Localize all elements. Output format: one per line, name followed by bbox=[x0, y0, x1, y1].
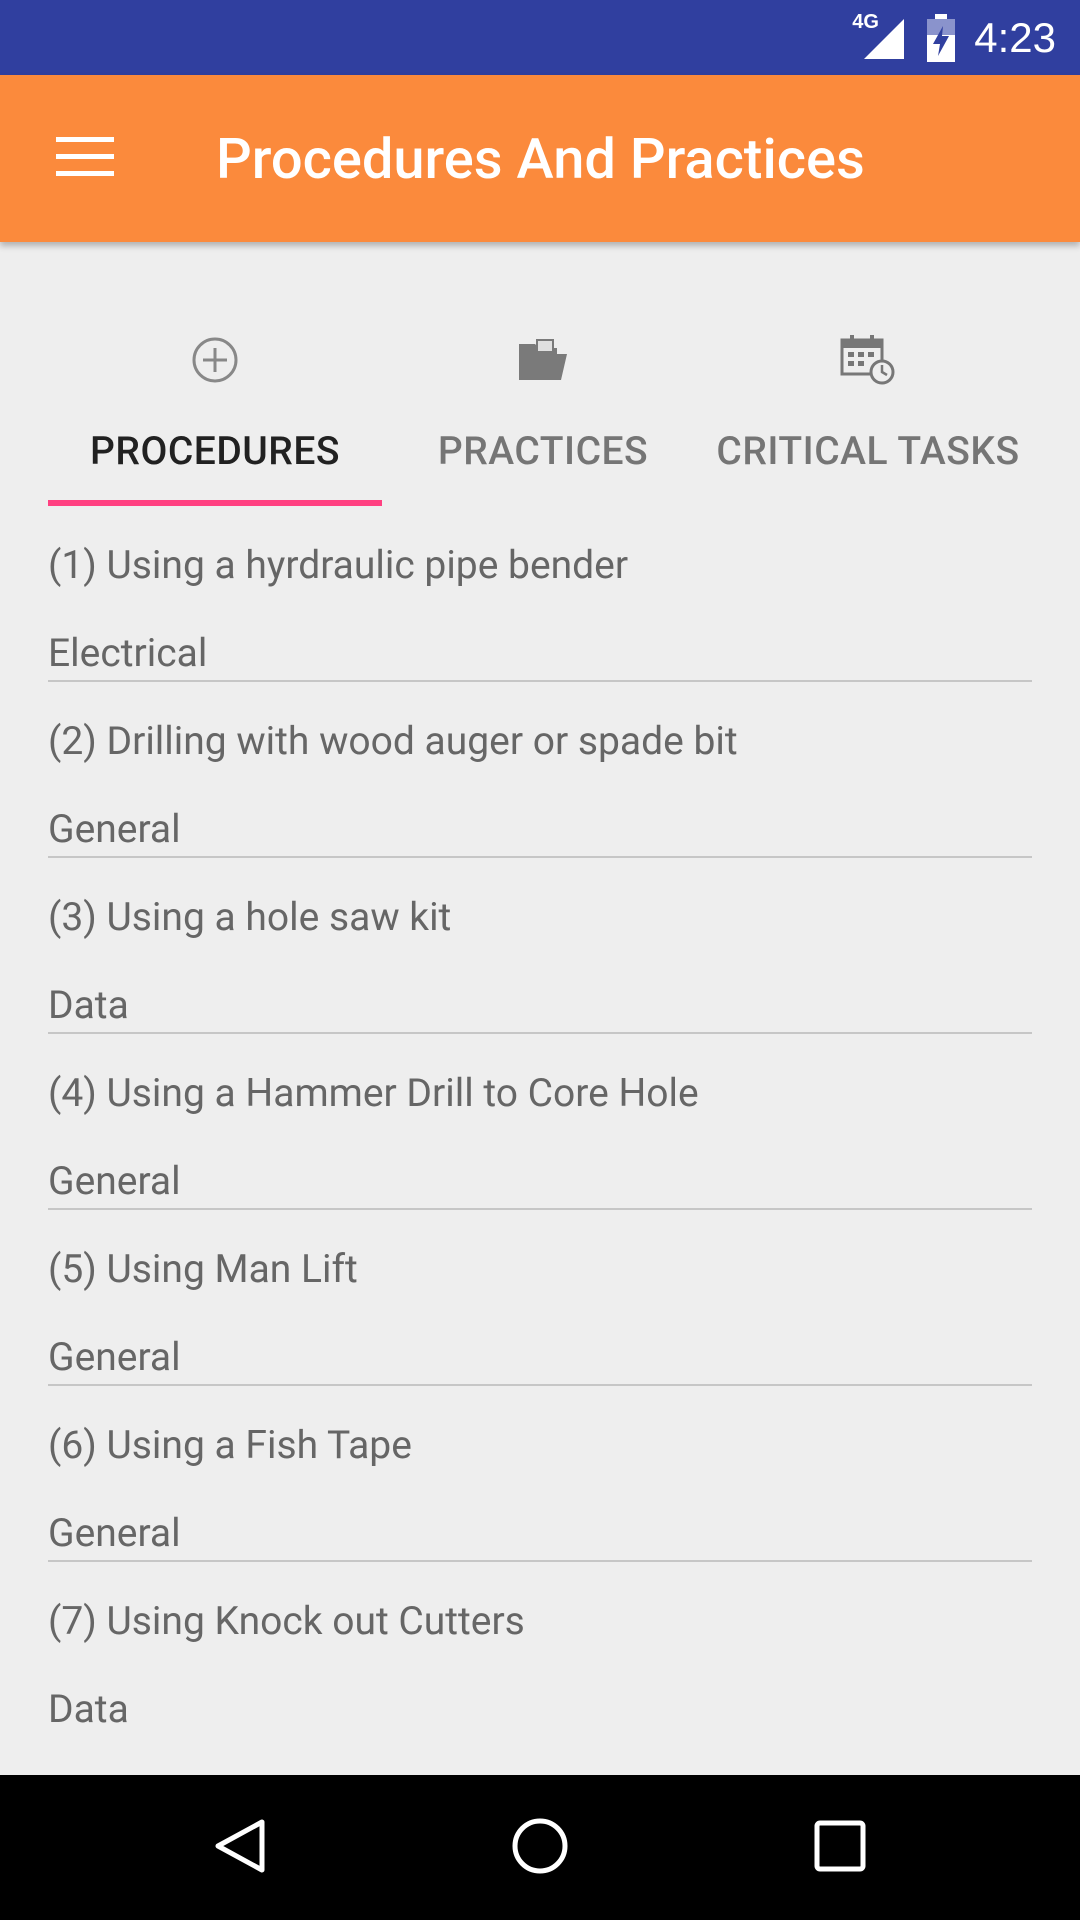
home-icon bbox=[510, 1816, 570, 1880]
list-item[interactable]: (1) Using a hyrdraulic pipe bender Elect… bbox=[48, 506, 1032, 682]
tab-procedures-label: PROCEDURES bbox=[90, 428, 340, 474]
status-bar: 4G 4:23 bbox=[0, 0, 1080, 75]
menu-button[interactable] bbox=[40, 119, 130, 199]
list-item-title: (1) Using a hyrdraulic pipe bender bbox=[48, 542, 629, 588]
add-circle-icon bbox=[191, 330, 239, 390]
tab-bar: PROCEDURES PRACTICES CRITICAL TASKS bbox=[48, 300, 1032, 506]
tab-practices[interactable]: PRACTICES bbox=[382, 300, 704, 506]
tab-critical-tasks-label: CRITICAL TASKS bbox=[716, 428, 1020, 474]
list-item[interactable]: (5) Using Man Lift General bbox=[48, 1210, 1032, 1386]
app-bar: Procedures And Practices bbox=[0, 75, 1080, 242]
hamburger-menu-icon bbox=[56, 135, 114, 183]
list-item-title: (6) Using a Fish Tape bbox=[48, 1422, 412, 1468]
list-item-category: General bbox=[48, 1158, 181, 1204]
battery-charging-icon bbox=[926, 13, 956, 62]
list-item[interactable]: (4) Using a Hammer Drill to Core Hole Ge… bbox=[48, 1034, 1032, 1210]
open-folder-icon bbox=[517, 330, 569, 390]
list-item-title: (2) Drilling with wood auger or spade bi… bbox=[48, 718, 738, 764]
status-time: 4:23 bbox=[974, 13, 1056, 61]
recents-icon bbox=[813, 1819, 867, 1877]
list-item-category: Electrical bbox=[48, 630, 208, 676]
tab-critical-tasks[interactable]: CRITICAL TASKS bbox=[704, 300, 1032, 506]
back-button[interactable] bbox=[170, 1775, 310, 1920]
calendar-refresh-icon bbox=[840, 330, 896, 390]
list-item[interactable]: (2) Drilling with wood auger or spade bi… bbox=[48, 682, 1032, 858]
list-item-category: General bbox=[48, 1510, 181, 1556]
list-item-category: Data bbox=[48, 1686, 129, 1732]
list-item-category: Data bbox=[48, 982, 129, 1028]
procedures-list: (1) Using a hyrdraulic pipe bender Elect… bbox=[48, 506, 1032, 1738]
system-nav-bar bbox=[0, 1775, 1080, 1920]
list-item[interactable]: (7) Using Knock out Cutters Data bbox=[48, 1562, 1032, 1738]
list-item-title: (4) Using a Hammer Drill to Core Hole bbox=[48, 1070, 699, 1116]
list-item-category: General bbox=[48, 806, 181, 852]
status-icons: 4G 4:23 bbox=[852, 0, 1056, 75]
signal-4g-icon: 4G bbox=[852, 11, 908, 61]
back-icon bbox=[212, 1816, 268, 1880]
list-item-title: (7) Using Knock out Cutters bbox=[48, 1598, 525, 1644]
list-item-title: (3) Using a hole saw kit bbox=[48, 894, 452, 940]
list-item[interactable]: (3) Using a hole saw kit Data bbox=[48, 858, 1032, 1034]
list-item[interactable]: (6) Using a Fish Tape General bbox=[48, 1386, 1032, 1562]
network-type-label: 4G bbox=[852, 10, 879, 33]
home-button[interactable] bbox=[470, 1775, 610, 1920]
page-title: Procedures And Practices bbox=[216, 125, 865, 192]
list-item-category: General bbox=[48, 1334, 181, 1380]
tab-practices-label: PRACTICES bbox=[437, 428, 649, 474]
tab-procedures[interactable]: PROCEDURES bbox=[48, 300, 382, 506]
recents-button[interactable] bbox=[770, 1775, 910, 1920]
list-item-title: (5) Using Man Lift bbox=[48, 1246, 358, 1292]
